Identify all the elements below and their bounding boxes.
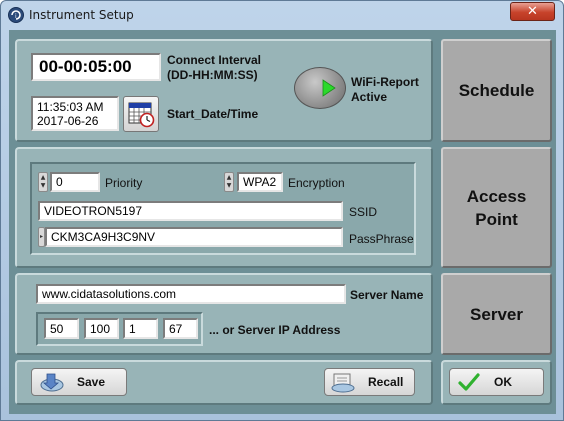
checkmark-icon <box>458 373 480 391</box>
spin-down-icon: ▼ <box>226 182 232 189</box>
app-icon: i <box>8 7 24 23</box>
window-title: Instrument Setup <box>29 8 134 22</box>
spin-up-icon: ▲ <box>226 174 232 181</box>
priority-value: 0 <box>56 175 63 189</box>
calendar-clock-icon <box>128 102 155 128</box>
close-icon: ✕ <box>527 4 538 19</box>
connect-interval-label: Connect Interval <box>167 53 262 67</box>
access-point-tab-label-1: Access <box>466 186 527 206</box>
instrument-setup-window: i Instrument Setup ✕ 00-00:05:00 Connect… <box>0 0 564 421</box>
ok-panel: OK <box>441 360 552 405</box>
start-datetime-field[interactable]: 11:35:03 AM 2017-06-26 <box>31 96 119 131</box>
ip-octet-value: 67 <box>169 321 183 336</box>
ssid-field[interactable]: VIDEOTRON5197 <box>38 201 343 221</box>
access-point-panel: ▲ ▼ 0 Priority ▲ ▼ WPA2 Encryption VIDEOTR… <box>15 147 433 268</box>
toggle-icon: ▸ <box>39 233 43 240</box>
ip-octet-1[interactable]: 50 <box>44 318 79 339</box>
start-datetime-label: Start_Date/Time <box>167 107 259 121</box>
passphrase-field[interactable]: CKM3CA9H3C9NV <box>45 227 343 247</box>
client-area: 00-00:05:00 Connect Interval (DD-HH:MM:S… <box>9 30 556 414</box>
encryption-value: WPA2 <box>243 175 277 189</box>
footer-panel: Save Recall <box>15 360 433 405</box>
recall-button[interactable]: Recall <box>324 368 415 396</box>
access-point-tab-button[interactable]: Access Point <box>441 147 552 268</box>
encryption-spinner[interactable]: ▲ ▼ <box>224 172 234 192</box>
ssid-value: VIDEOTRON5197 <box>44 204 143 218</box>
schedule-panel: 00-00:05:00 Connect Interval (DD-HH:MM:S… <box>15 39 433 142</box>
recall-label: Recall <box>368 375 404 389</box>
connect-interval-field[interactable]: 00-00:05:00 <box>31 53 161 81</box>
ip-octet-3[interactable]: 1 <box>123 318 158 339</box>
priority-spinner[interactable]: ▲ ▼ <box>38 172 48 192</box>
passphrase-value: CKM3CA9H3C9NV <box>51 230 156 244</box>
start-date-value: 2017-06-26 <box>37 113 99 128</box>
server-ip-label: ... or Server IP Address <box>209 323 341 337</box>
server-name-field[interactable]: www.cidatasolutions.com <box>36 284 346 304</box>
server-panel: www.cidatasolutions.com Server Name 50 1… <box>15 273 433 355</box>
title-bar: i Instrument Setup ✕ <box>1 1 563 29</box>
wifi-report-toggle[interactable] <box>294 67 346 109</box>
start-time-value: 11:35:03 AM <box>37 99 104 114</box>
server-tab-button[interactable]: Server <box>441 273 552 355</box>
recall-icon <box>331 373 355 393</box>
schedule-tab-button[interactable]: Schedule <box>441 39 552 142</box>
spin-up-icon: ▲ <box>40 174 46 181</box>
close-button[interactable]: ✕ <box>510 2 555 21</box>
server-tab-label: Server <box>470 304 523 324</box>
connect-interval-format: (DD-HH:MM:SS) <box>167 68 258 82</box>
save-label: Save <box>77 375 106 389</box>
encryption-field[interactable]: WPA2 <box>237 172 283 192</box>
schedule-tab-label: Schedule <box>458 81 535 100</box>
ip-octet-2[interactable]: 100 <box>84 318 119 339</box>
ip-octet-4[interactable]: 67 <box>163 318 198 339</box>
wifi-report-label: WiFi-Report <box>351 75 419 89</box>
wifi-active-indicator-icon <box>322 79 336 97</box>
connect-interval-value: 00-00:05:00 <box>39 57 132 76</box>
encryption-label: Encryption <box>288 176 345 190</box>
ok-button[interactable]: OK <box>449 368 544 396</box>
wifi-active-label: Active <box>351 90 388 104</box>
priority-label: Priority <box>105 176 143 190</box>
server-name-value: www.cidatasolutions.com <box>42 287 177 301</box>
calendar-button[interactable] <box>123 96 159 132</box>
ip-octet-value: 100 <box>90 321 111 336</box>
priority-field[interactable]: 0 <box>50 172 100 192</box>
ok-label: OK <box>494 375 512 389</box>
access-point-tab-label-2: Point <box>475 209 518 229</box>
save-icon <box>40 373 64 392</box>
passphrase-toggle[interactable]: ▸ <box>38 227 45 247</box>
ip-octet-value: 1 <box>129 321 136 336</box>
ssid-label: SSID <box>349 205 378 219</box>
ip-octet-value: 50 <box>50 321 64 336</box>
passphrase-label: PassPhrase <box>349 232 414 246</box>
save-button[interactable]: Save <box>31 368 127 396</box>
spin-down-icon: ▼ <box>40 182 46 189</box>
server-name-label: Server Name <box>350 288 424 302</box>
